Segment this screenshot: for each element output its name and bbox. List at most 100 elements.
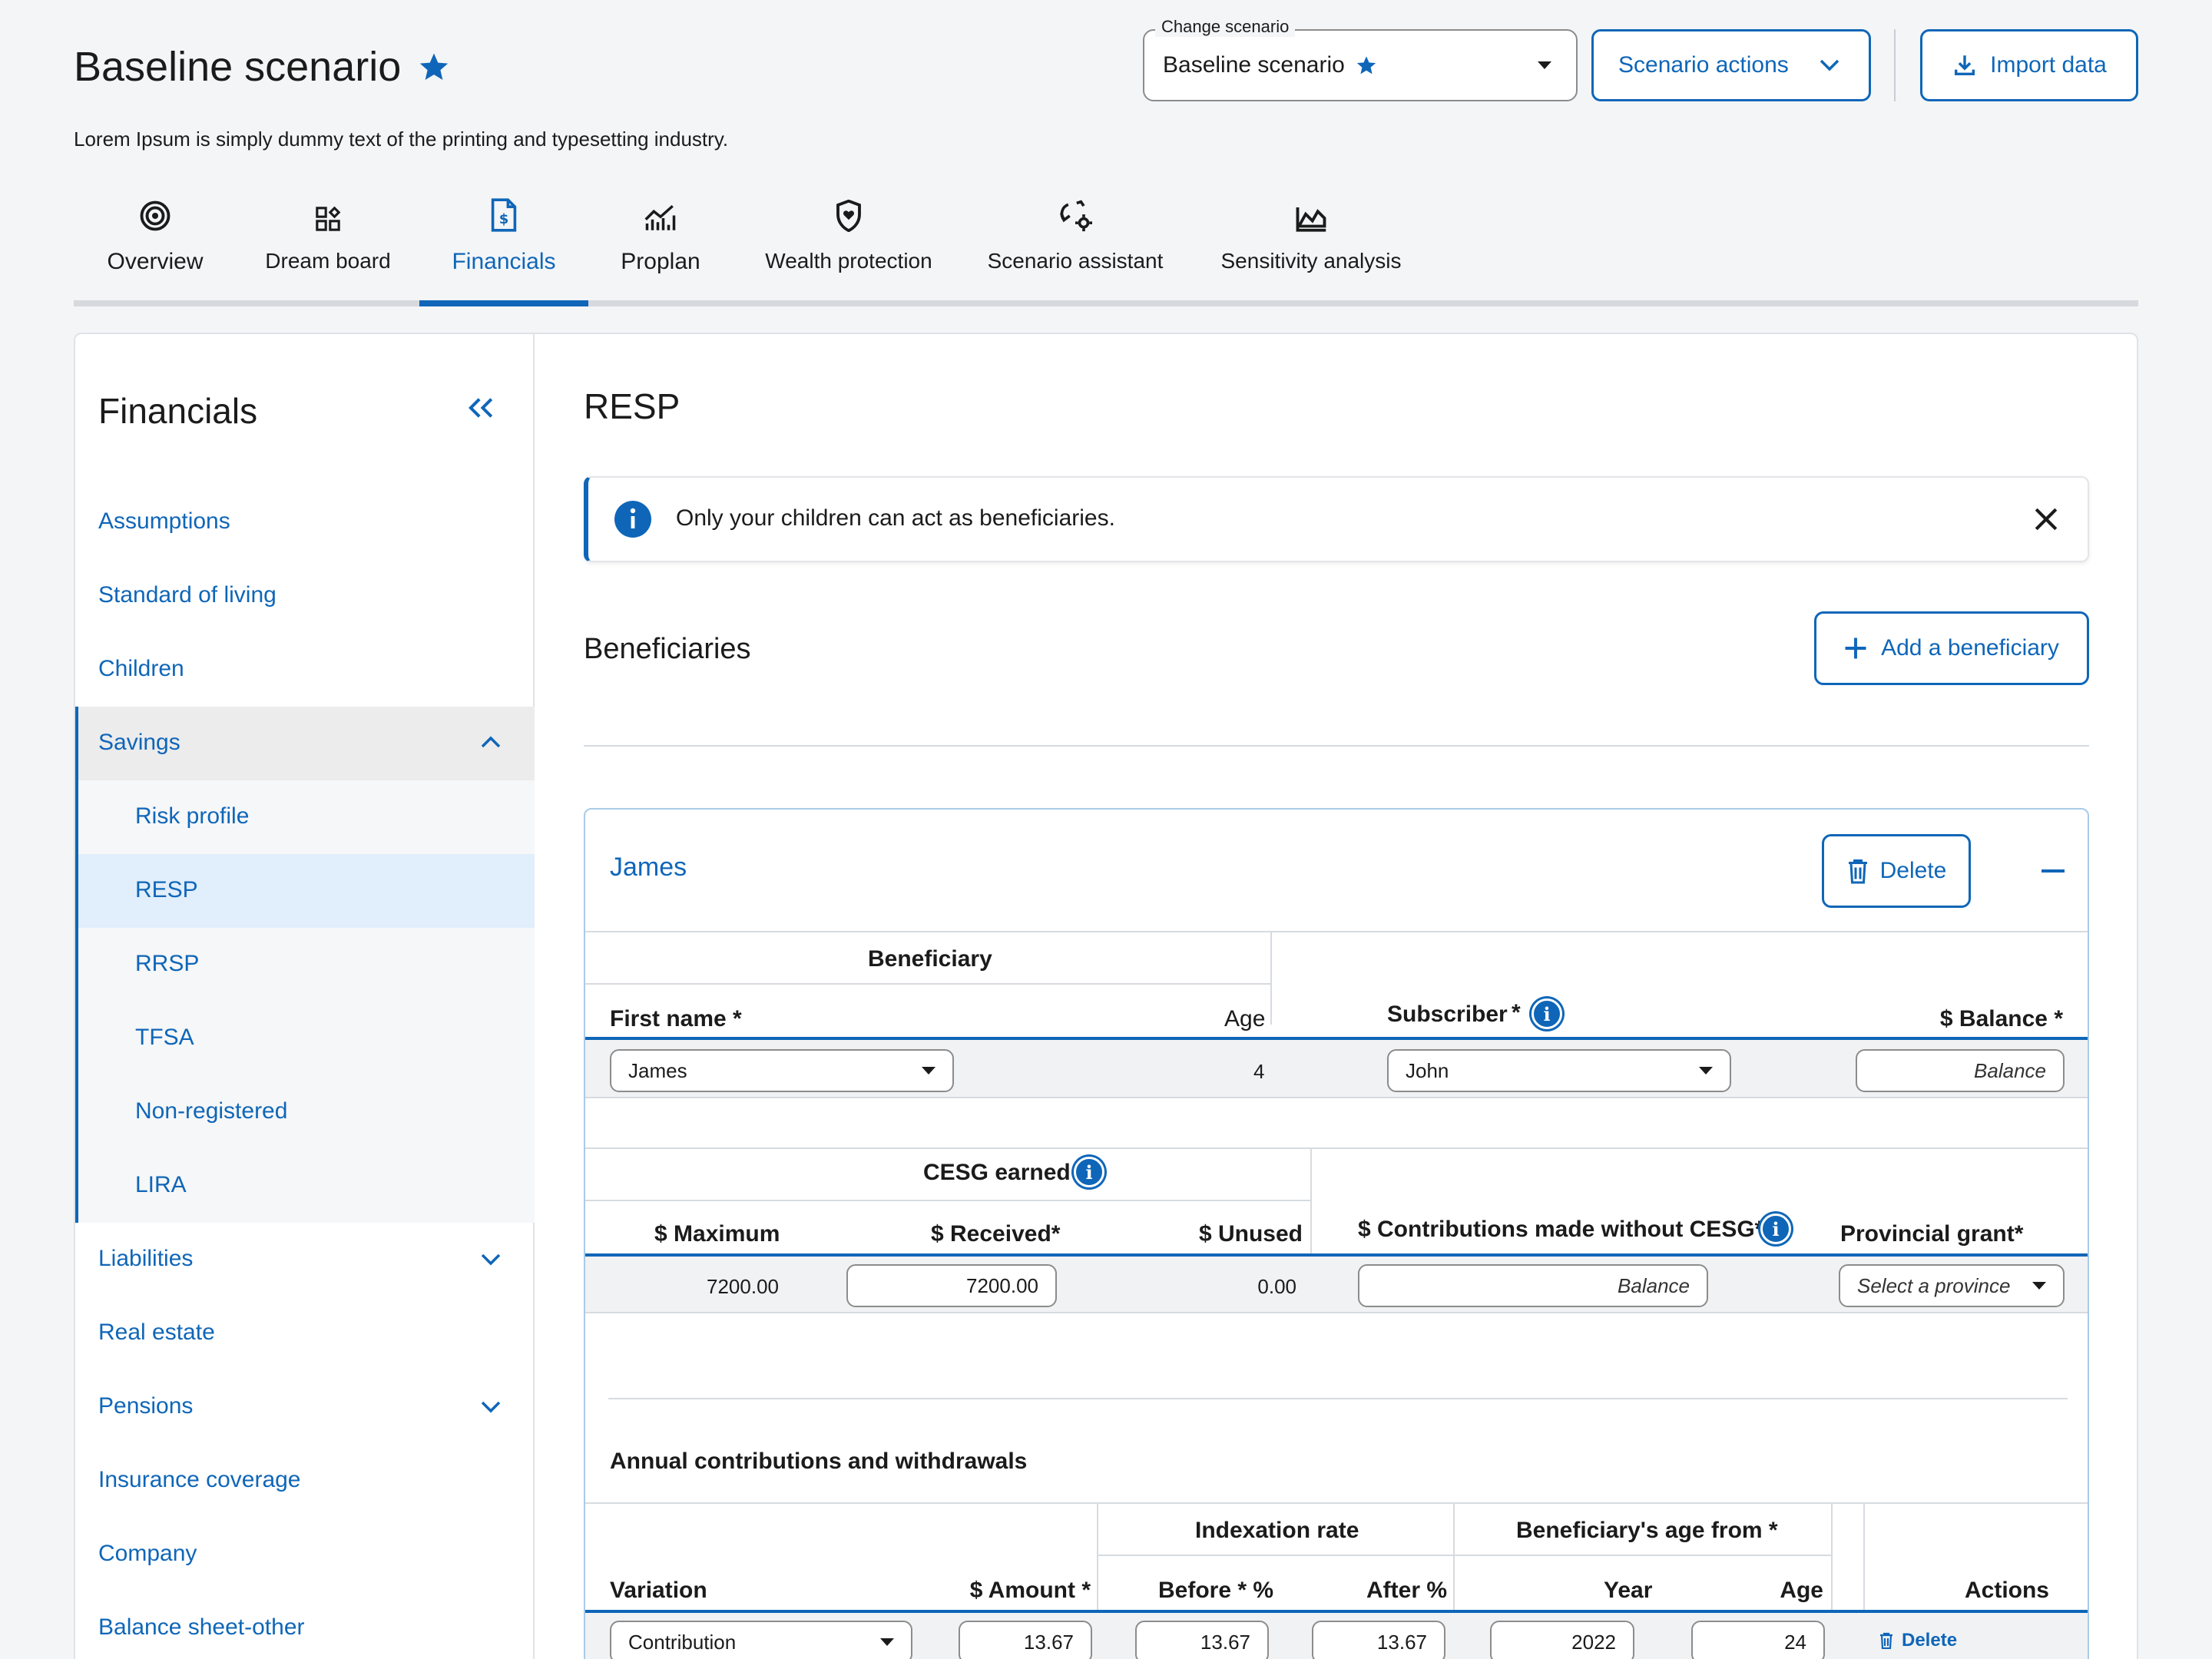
trash-icon [1880,1632,1892,1649]
chevron-down-icon [1538,61,1551,69]
collapse-sidebar-button[interactable] [469,396,495,419]
col-first-name: First name * [610,1006,742,1031]
page-description: Lorem Ipsum is simply dummy text of the … [74,127,729,151]
beneficiary-group-header: Beneficiary [868,946,992,972]
maximum-value: 7200.00 [707,1275,779,1298]
sidebar-item-balance-sheet-other[interactable]: Balance sheet-other [98,1614,305,1641]
sidebar-subitem-tfsa[interactable]: TFSA [135,1025,194,1051]
chevron-up-icon[interactable] [481,736,501,748]
col-balance: $ Balance * [1939,1006,2063,1031]
svg-text:$: $ [499,211,509,227]
close-icon[interactable] [2034,507,2058,531]
subscriber-info-icon[interactable]: i [1532,998,1562,1029]
col-age: Age [1224,1006,1266,1031]
tab-financials[interactable]: $ Financials [419,192,588,307]
tab-dream-board[interactable]: Dream board [253,192,402,307]
beneficiaries-heading: Beneficiaries [584,633,751,665]
age-from-input[interactable]: 24 [1691,1621,1825,1659]
col-year: Year [1604,1578,1653,1603]
chevron-down-icon[interactable] [481,1253,501,1266]
contributions-without-cesg-input[interactable]: Balance [1358,1264,1708,1307]
col-after: After % [1366,1578,1447,1603]
tab-overview[interactable]: Overview [92,192,218,307]
chevron-down-icon[interactable] [481,1401,501,1413]
sidebar-item-pensions[interactable]: Pensions [98,1393,193,1419]
dream-board-icon [316,206,341,231]
info-notice: Only your children can act as beneficiar… [584,476,2089,562]
scenario-actions-button[interactable]: Scenario actions [1591,29,1871,101]
chart-line-icon [644,204,676,230]
section-title: RESP [584,386,680,426]
delete-beneficiary-button[interactable]: Delete [1822,834,1971,908]
annual-contributions-heading: Annual contributions and withdrawals [610,1449,1028,1474]
age-value: 4 [1253,1060,1265,1083]
age-from-group-header: Beneficiary's age from * [1516,1518,1778,1543]
delete-row-button[interactable]: Delete [1879,1630,1957,1651]
subscriber-select[interactable]: John [1387,1049,1731,1092]
sidebar-item-insurance-coverage[interactable]: Insurance coverage [98,1467,301,1493]
chevron-down-icon [2032,1282,2046,1290]
chevron-down-icon [880,1638,894,1646]
contributions-info-icon[interactable]: i [1760,1214,1791,1244]
sidebar-item-real-estate[interactable]: Real estate [98,1320,215,1346]
col-before: Before * % [1158,1578,1274,1603]
variation-select[interactable]: Contribution [610,1621,912,1659]
received-input[interactable]: 7200.00 [846,1264,1057,1307]
col-amount: $ Amount * [969,1578,1091,1603]
cesg-earned-group-header: CESG earned [923,1160,1071,1185]
sidebar-item-company[interactable]: Company [98,1541,197,1567]
sidebar-subitem-rrsp[interactable]: RRSP [135,951,199,977]
trash-icon [1848,859,1867,884]
col-subscriber-required: * [1512,1000,1521,1025]
beneficiary-card: James Delete Beneficiary First name * Ag… [584,808,2089,1659]
header-divider [1894,29,1896,101]
col-provincial-grant: Provincial grant* [1840,1221,2024,1247]
chevron-down-icon [1699,1067,1713,1075]
first-name-select[interactable]: James [610,1049,954,1092]
col-contributions-without-cesg: $ Contributions made without CESG* [1358,1217,1764,1242]
target-icon [140,200,171,231]
unused-value: 0.00 [1257,1275,1296,1298]
financial-document-icon: $ [491,198,517,232]
sensitivity-chart-icon [1296,207,1326,232]
tab-proplan[interactable]: Proplan [607,192,714,307]
sidebar-title: Financials [98,391,258,431]
before-rate-input[interactable]: 13.67 [1135,1621,1269,1659]
col-received: $ Received* [931,1221,1061,1247]
info-icon [614,501,651,538]
change-scenario-select[interactable]: Baseline scenario [1143,29,1578,101]
col-age-from: Age [1780,1578,1823,1603]
sidebar-subitem-lira[interactable]: LIRA [135,1172,187,1198]
beneficiary-card-name[interactable]: James [610,853,687,882]
tab-sensitivity-analysis[interactable]: Sensitivity analysis [1215,192,1407,307]
col-variation: Variation [610,1578,707,1603]
add-beneficiary-button[interactable]: Add a beneficiary [1814,611,2089,685]
change-scenario-label: Change scenario [1155,17,1296,37]
sidebar-subitem-risk-profile[interactable]: Risk profile [135,803,249,830]
page-title-text: Baseline scenario [74,44,402,90]
tab-wealth-protection[interactable]: Wealth protection [753,192,945,307]
sidebar-item-children[interactable]: Children [98,656,184,682]
balance-input[interactable]: Balance [1856,1049,2065,1092]
chevron-down-icon [1820,59,1839,71]
year-input[interactable]: 2022 [1490,1621,1634,1659]
amount-input[interactable]: 13.67 [959,1621,1092,1659]
sidebar-item-standard-of-living[interactable]: Standard of living [98,582,276,608]
sidebar-subitem-non-registered[interactable]: Non-registered [135,1098,287,1124]
sidebar-item-assumptions[interactable]: Assumptions [98,508,230,535]
collapse-card-icon[interactable] [2041,869,2065,873]
sidebar-item-liabilities[interactable]: Liabilities [98,1246,193,1272]
tab-scenario-assistant[interactable]: Scenario assistant [983,192,1167,307]
info-notice-text: Only your children can act as beneficiar… [676,505,1115,531]
col-subscriber: Subscriber [1387,1002,1508,1027]
chevron-down-icon [922,1067,935,1075]
after-rate-input[interactable]: 13.67 [1312,1621,1445,1659]
col-unused: $ Unused [1198,1221,1303,1247]
province-select[interactable]: Select a province [1839,1264,2065,1307]
favorite-star-icon[interactable] [418,51,450,83]
import-data-button[interactable]: Import data [1920,29,2138,101]
col-actions: Actions [1964,1578,2049,1603]
savings-submenu [75,780,535,1223]
cesg-info-icon[interactable]: i [1074,1157,1104,1187]
indexation-rate-group-header: Indexation rate [1195,1518,1359,1543]
